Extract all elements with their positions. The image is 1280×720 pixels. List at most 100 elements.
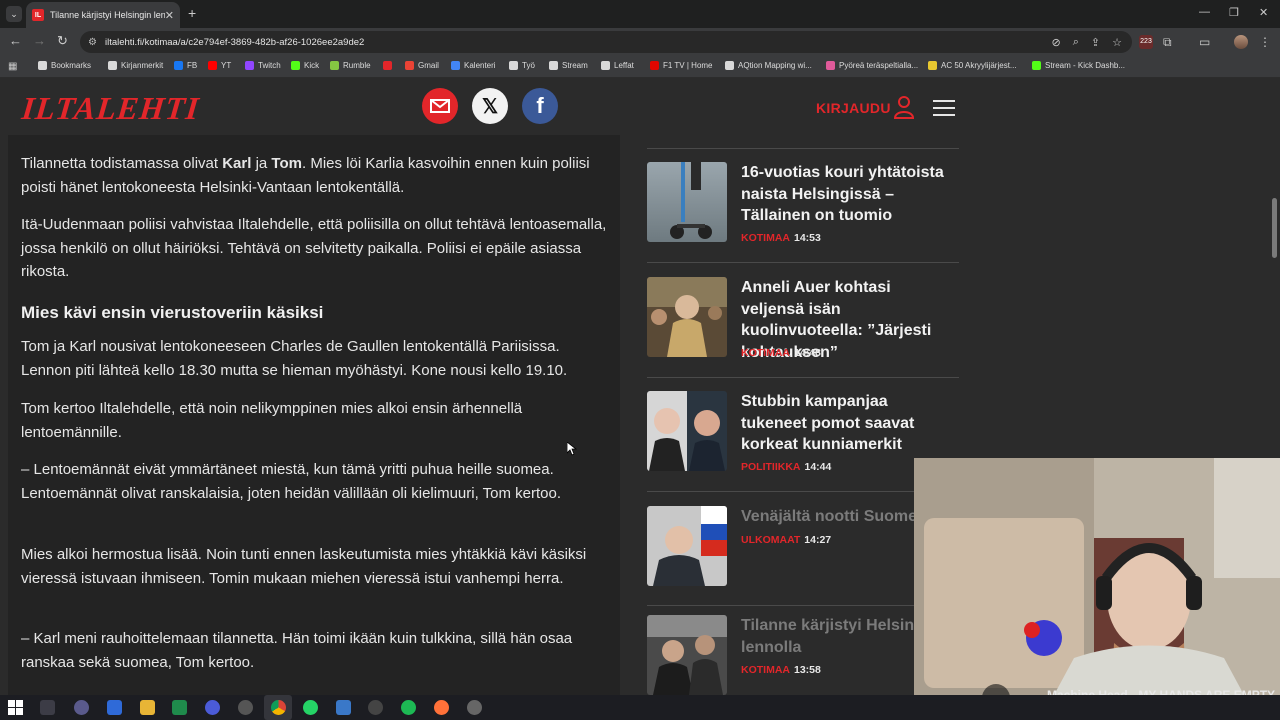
browser-toolbar: ← → ↻ ⚙ iltalehti.fi/kotimaa/a/c2e794ef-… [0, 28, 1280, 56]
news-meta: ULKOMAAT 14:27 [741, 534, 832, 546]
bookmark-item[interactable]: YT [208, 61, 231, 70]
news-title[interactable]: 16-vuotias kouri yhtätoista naista Helsi… [741, 162, 957, 227]
new-tab-icon[interactable]: + [188, 5, 196, 21]
user-icon[interactable] [892, 95, 916, 119]
article-paragraph: – Karl meni rauhoittelemaan tilannetta. … [21, 630, 573, 671]
news-thumbnail[interactable] [647, 615, 727, 695]
scrollbar-thumb[interactable] [1272, 198, 1277, 258]
site-info-icon[interactable]: ⚙ [88, 37, 97, 48]
bookmark-item[interactable]: F1 TV | Home [650, 61, 713, 70]
bookmark-favicon-icon [330, 61, 339, 70]
divider [647, 262, 959, 263]
bookmark-label: AC 50 Akryylijärjest... [941, 61, 1017, 70]
app-icon[interactable] [467, 700, 482, 715]
minimize-icon[interactable]: — [1199, 6, 1210, 18]
bookmark-label: Gmail [418, 61, 439, 70]
tab-close-icon[interactable]: ✕ [165, 9, 174, 22]
bookmark-favicon-icon [725, 61, 734, 70]
extension-badge-icon[interactable]: 223 [1139, 35, 1153, 49]
window-close-icon[interactable]: ✕ [1259, 6, 1268, 19]
bookmark-favicon-icon [826, 61, 835, 70]
hamburger-menu-icon[interactable] [933, 100, 955, 121]
facebook-share-icon[interactable]: f [522, 88, 558, 124]
bookmark-star-icon[interactable]: ☆ [1112, 36, 1122, 49]
firefox-icon[interactable] [434, 700, 449, 715]
bookmark-favicon-icon [601, 61, 610, 70]
browser-menu-icon[interactable]: ⋮ [1259, 35, 1271, 49]
task-view-icon[interactable] [40, 700, 55, 715]
article-paragraph: Tom ja Karl nousivat lentokoneeseen Char… [21, 338, 568, 379]
extensions-puzzle-icon[interactable]: ⧉ [1163, 35, 1172, 49]
spotify-icon[interactable] [401, 700, 416, 715]
bookmark-label: Kalenteri [464, 61, 496, 70]
bookmark-item[interactable]: Stream - Kick Dashb... [1032, 61, 1125, 70]
bookmark-item[interactable]: AQtion Mapping wi... [725, 61, 812, 70]
app-icon[interactable] [336, 700, 351, 715]
email-share-icon[interactable] [422, 88, 458, 124]
news-item[interactable]: Stubbin kampanjaa tukeneet pomot saavat … [647, 391, 959, 491]
x-share-icon[interactable]: 𝕏 [472, 88, 508, 124]
whatsapp-icon[interactable] [303, 700, 318, 715]
address-bar[interactable]: ⚙ iltalehti.fi/kotimaa/a/c2e794ef-3869-4… [80, 31, 1132, 53]
bookmark-item[interactable]: Rumble [330, 61, 371, 70]
bookmark-item[interactable]: FB [174, 61, 197, 70]
bookmark-favicon-icon [509, 61, 518, 70]
app-icon[interactable] [74, 700, 89, 715]
bookmark-item[interactable]: Twitch [245, 61, 281, 70]
app-icon[interactable] [368, 700, 383, 715]
bookmark-item[interactable]: Leffat [601, 61, 634, 70]
share-icon[interactable]: ⇪ [1091, 36, 1100, 49]
news-meta: KOTIMAA 13:58 [741, 664, 821, 676]
bookmark-favicon-icon [291, 61, 300, 70]
app-icon[interactable] [107, 700, 122, 715]
apps-grid-icon[interactable]: ▦ [8, 61, 17, 72]
file-explorer-icon[interactable] [140, 700, 155, 715]
news-item[interactable]: Venäjältä nootti Suomelle ULKOMAAT 14:27 [647, 506, 959, 606]
bookmark-favicon-icon [38, 61, 47, 70]
bookmark-favicon-icon [405, 61, 414, 70]
news-thumbnail[interactable] [647, 506, 727, 586]
bookmark-item[interactable]: Pyöreä teräspeltialla... [826, 61, 918, 70]
url-text[interactable]: iltalehti.fi/kotimaa/a/c2e794ef-3869-482… [105, 37, 364, 48]
bookmark-item[interactable]: Gmail [405, 61, 439, 70]
bookmark-item[interactable]: Kalenteri [451, 61, 496, 70]
news-meta: KOTIMAA 14:48 [741, 347, 821, 359]
bookmark-favicon-icon [549, 61, 558, 70]
bookmark-item[interactable]: Kirjanmerkit [108, 61, 163, 70]
news-thumbnail[interactable] [647, 391, 727, 471]
forward-arrow-icon[interactable]: → [33, 34, 46, 48]
news-title[interactable]: Stubbin kampanjaa tukeneet pomot saavat … [741, 391, 957, 456]
bookmark-item[interactable] [383, 61, 392, 70]
bookmark-item[interactable]: AC 50 Akryylijärjest... [928, 61, 1017, 70]
windows-start-icon[interactable] [8, 700, 23, 715]
news-thumbnail[interactable] [647, 277, 727, 357]
browser-tab-active[interactable]: IL Tilanne kärjistyi Helsingin lennolla … [26, 2, 180, 28]
chrome-icon[interactable] [271, 700, 286, 715]
tab-search-icon[interactable]: ⌄ [6, 6, 22, 22]
bookmark-label: Bookmarks [51, 61, 92, 70]
login-link[interactable]: KIRJAUDU [816, 100, 891, 116]
bookmark-label: Stream - Kick Dashb... [1045, 61, 1126, 70]
bookmark-item[interactable]: Kick [291, 61, 319, 70]
excel-icon[interactable] [172, 700, 187, 715]
back-arrow-icon[interactable]: ← [9, 34, 22, 48]
bookmark-item[interactable]: Stream [549, 61, 588, 70]
profile-avatar[interactable] [1234, 35, 1248, 49]
app-icon[interactable] [205, 700, 220, 715]
divider [647, 605, 959, 606]
news-item[interactable]: Anneli Auer kohtasi veljensä isän kuolin… [647, 277, 959, 377]
cast-icon[interactable]: ▭ [1199, 35, 1210, 49]
bookmark-item[interactable]: Työ [509, 61, 535, 70]
tracking-icon[interactable]: ⊘ [1052, 36, 1061, 49]
bookmark-favicon-icon [108, 61, 117, 70]
news-item[interactable]: 16-vuotias kouri yhtätoista naista Helsi… [647, 162, 959, 262]
bookmark-favicon-icon [174, 61, 183, 70]
bookmark-label: Stream [562, 61, 588, 70]
iltalehti-logo[interactable]: ILTALEHTI [20, 90, 201, 127]
reload-icon[interactable]: ↻ [57, 34, 68, 48]
news-thumbnail[interactable] [647, 162, 727, 242]
bookmark-item[interactable]: Bookmarks [38, 61, 91, 70]
restore-icon[interactable]: ❐ [1229, 6, 1239, 19]
zoom-icon[interactable]: ⌕ [1073, 36, 1079, 49]
app-icon[interactable] [238, 700, 253, 715]
